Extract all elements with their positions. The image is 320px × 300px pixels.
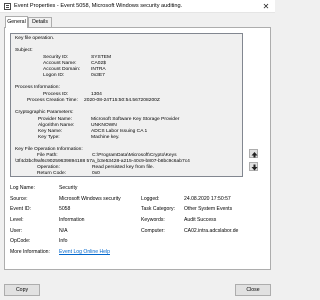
tab-general[interactable]: General: [5, 16, 28, 28]
arrow-down-icon[interactable]: [249, 162, 258, 171]
user-value: N/A: [59, 228, 68, 234]
event-viewer-icon: [4, 3, 11, 10]
event-description[interactable]: Key file operation. Subject: Security ID…: [10, 33, 243, 177]
description-line: Key file operation.: [15, 36, 55, 41]
level-label: Level:: [10, 217, 24, 223]
opcode-value: Info: [59, 238, 68, 244]
description-line: Process Creation Time: 2020-08-24T15:50:5…: [27, 98, 160, 103]
computer-value: CA02.intra.adcslabor.de: [184, 228, 239, 234]
task-category-label: Task Category:: [141, 206, 175, 212]
logged-label: Logged:: [141, 196, 160, 202]
log-name-label: Log Name:: [10, 185, 35, 191]
level-value: Information: [59, 217, 85, 223]
description-line: Process Information:: [15, 85, 60, 90]
window-title: Event Properties - Event 5058, Microsoft…: [14, 3, 183, 9]
computer-label: Computer:: [141, 228, 165, 234]
user-label: User:: [10, 228, 23, 234]
description-line: Logon ID: 0x3E7: [43, 73, 105, 78]
arrow-up-icon[interactable]: [249, 149, 258, 158]
description-line: Cryptographic Parameters:: [15, 110, 74, 115]
description-line: Subject:: [15, 48, 33, 53]
close-button[interactable]: Close: [235, 284, 271, 296]
general-tab-panel: Key file operation. Subject: Security ID…: [4, 27, 271, 270]
event-id-label: Event ID:: [10, 206, 31, 212]
event-id-value: 5058: [59, 206, 71, 212]
close-icon[interactable]: ✕: [260, 1, 272, 12]
source-label: Source:: [10, 196, 28, 202]
copy-button[interactable]: Copy: [4, 284, 40, 296]
logged-value: 24.08.2020 17:50:57: [184, 196, 231, 202]
source-value: Microsoft Windows security: [59, 196, 121, 202]
log-name-value: Security: [59, 185, 78, 191]
keywords-label: Keywords:: [141, 217, 165, 223]
keywords-value: Audit Success: [184, 217, 217, 223]
opcode-label: OpCode:: [10, 238, 31, 244]
title-bar: Event Properties - Event 5058, Microsoft…: [0, 0, 275, 13]
description-line: Key Type: Machine key.: [38, 135, 120, 140]
description-line: Return Code: 0x0: [37, 171, 100, 176]
task-category-value: Other System Events: [184, 206, 233, 212]
event-log-online-help-link[interactable]: Event Log Online Help: [59, 249, 110, 255]
more-information-label: More Information:: [10, 249, 50, 255]
tab-details[interactable]: Details: [28, 17, 52, 27]
